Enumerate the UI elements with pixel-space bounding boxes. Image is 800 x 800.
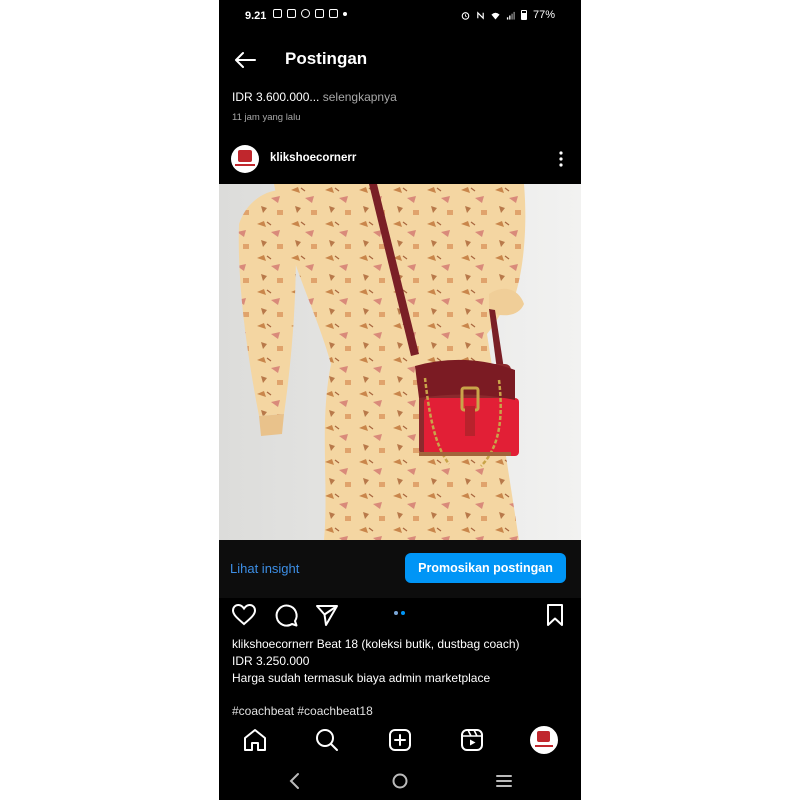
- profile-icon[interactable]: [530, 726, 558, 754]
- system-home-icon[interactable]: [389, 770, 411, 792]
- caption-text: Beat 18 (koleksi butik, dustbag coach): [313, 637, 520, 651]
- reels-icon[interactable]: [459, 727, 485, 753]
- post-author-row: klikshoecornerr: [219, 140, 581, 180]
- system-recents-icon[interactable]: [493, 770, 515, 792]
- more-options-icon[interactable]: [554, 150, 568, 168]
- status-bar: 9.21 77%: [219, 0, 581, 34]
- whatsapp-icon: [301, 9, 310, 18]
- insight-bar: Lihat insight Promosikan postingan: [219, 540, 581, 598]
- create-icon[interactable]: [387, 727, 413, 753]
- nfc-icon: [477, 10, 484, 20]
- caption-line: klikshoecornerr Beat 18 (koleksi butik, …: [232, 636, 572, 653]
- post-caption: klikshoecornerr Beat 18 (koleksi butik, …: [232, 636, 572, 687]
- comment-icon[interactable]: [273, 602, 299, 628]
- promote-post-button[interactable]: Promosikan postingan: [405, 553, 566, 583]
- battery-icon: [520, 10, 527, 20]
- system-back-icon[interactable]: [284, 770, 306, 792]
- alarm-icon: [461, 11, 470, 20]
- signal-icon: [506, 11, 515, 20]
- system-nav-bar: [219, 760, 581, 800]
- share-send-icon[interactable]: [314, 602, 340, 628]
- caption-note: Harga sudah termasuk biaya admin marketp…: [232, 671, 491, 685]
- logo-band: [535, 745, 553, 747]
- view-insights-link[interactable]: Lihat insight: [230, 561, 299, 576]
- post-image[interactable]: [219, 184, 581, 540]
- shop-logo-icon: [238, 150, 252, 162]
- calendar-icon: [273, 9, 282, 18]
- save-bookmark-icon[interactable]: [542, 602, 568, 628]
- dot-icon: [343, 12, 347, 16]
- post-photo-illustration: [219, 184, 581, 540]
- post-actions: [219, 598, 581, 632]
- system-icons: 77%: [461, 9, 555, 21]
- phone-screen: 9.21 77% Postingan IDR 3.600.000... sele…: [219, 0, 581, 800]
- bottom-nav: [219, 722, 581, 758]
- notification-icons: [273, 9, 347, 18]
- caption-price: IDR 3.250.000: [232, 654, 310, 668]
- search-icon[interactable]: [314, 727, 340, 753]
- caption-hashtags[interactable]: #coachbeat #coachbeat18: [232, 704, 373, 718]
- home-icon[interactable]: [242, 727, 268, 753]
- battery-percent: 77%: [532, 9, 555, 21]
- wifi-icon: [491, 12, 500, 20]
- like-heart-icon[interactable]: [231, 602, 257, 628]
- caption-username[interactable]: klikshoecornerr: [232, 637, 313, 651]
- carousel-dot-active: [401, 611, 405, 615]
- previous-post-caption: IDR 3.600.000... selengkapnya: [232, 90, 397, 104]
- avatar[interactable]: [231, 145, 259, 173]
- header: Postingan: [219, 40, 581, 80]
- page-title: Postingan: [285, 49, 368, 68]
- previous-post-time: 11 jam yang lalu: [232, 112, 301, 123]
- shop-logo-icon: [537, 731, 550, 742]
- back-arrow-icon[interactable]: [233, 50, 257, 70]
- see-more-link[interactable]: selengkapnya: [319, 90, 397, 104]
- post-username[interactable]: klikshoecornerr: [270, 152, 356, 164]
- status-time: 9.21: [245, 10, 267, 22]
- calendar-icon: [329, 9, 338, 18]
- calendar-icon: [287, 9, 296, 18]
- logo-band: [235, 164, 255, 166]
- carousel-indicator: [394, 611, 405, 615]
- calendar-icon: [315, 9, 324, 18]
- previous-post-price: IDR 3.600.000...: [232, 90, 320, 104]
- carousel-dot: [394, 611, 398, 615]
